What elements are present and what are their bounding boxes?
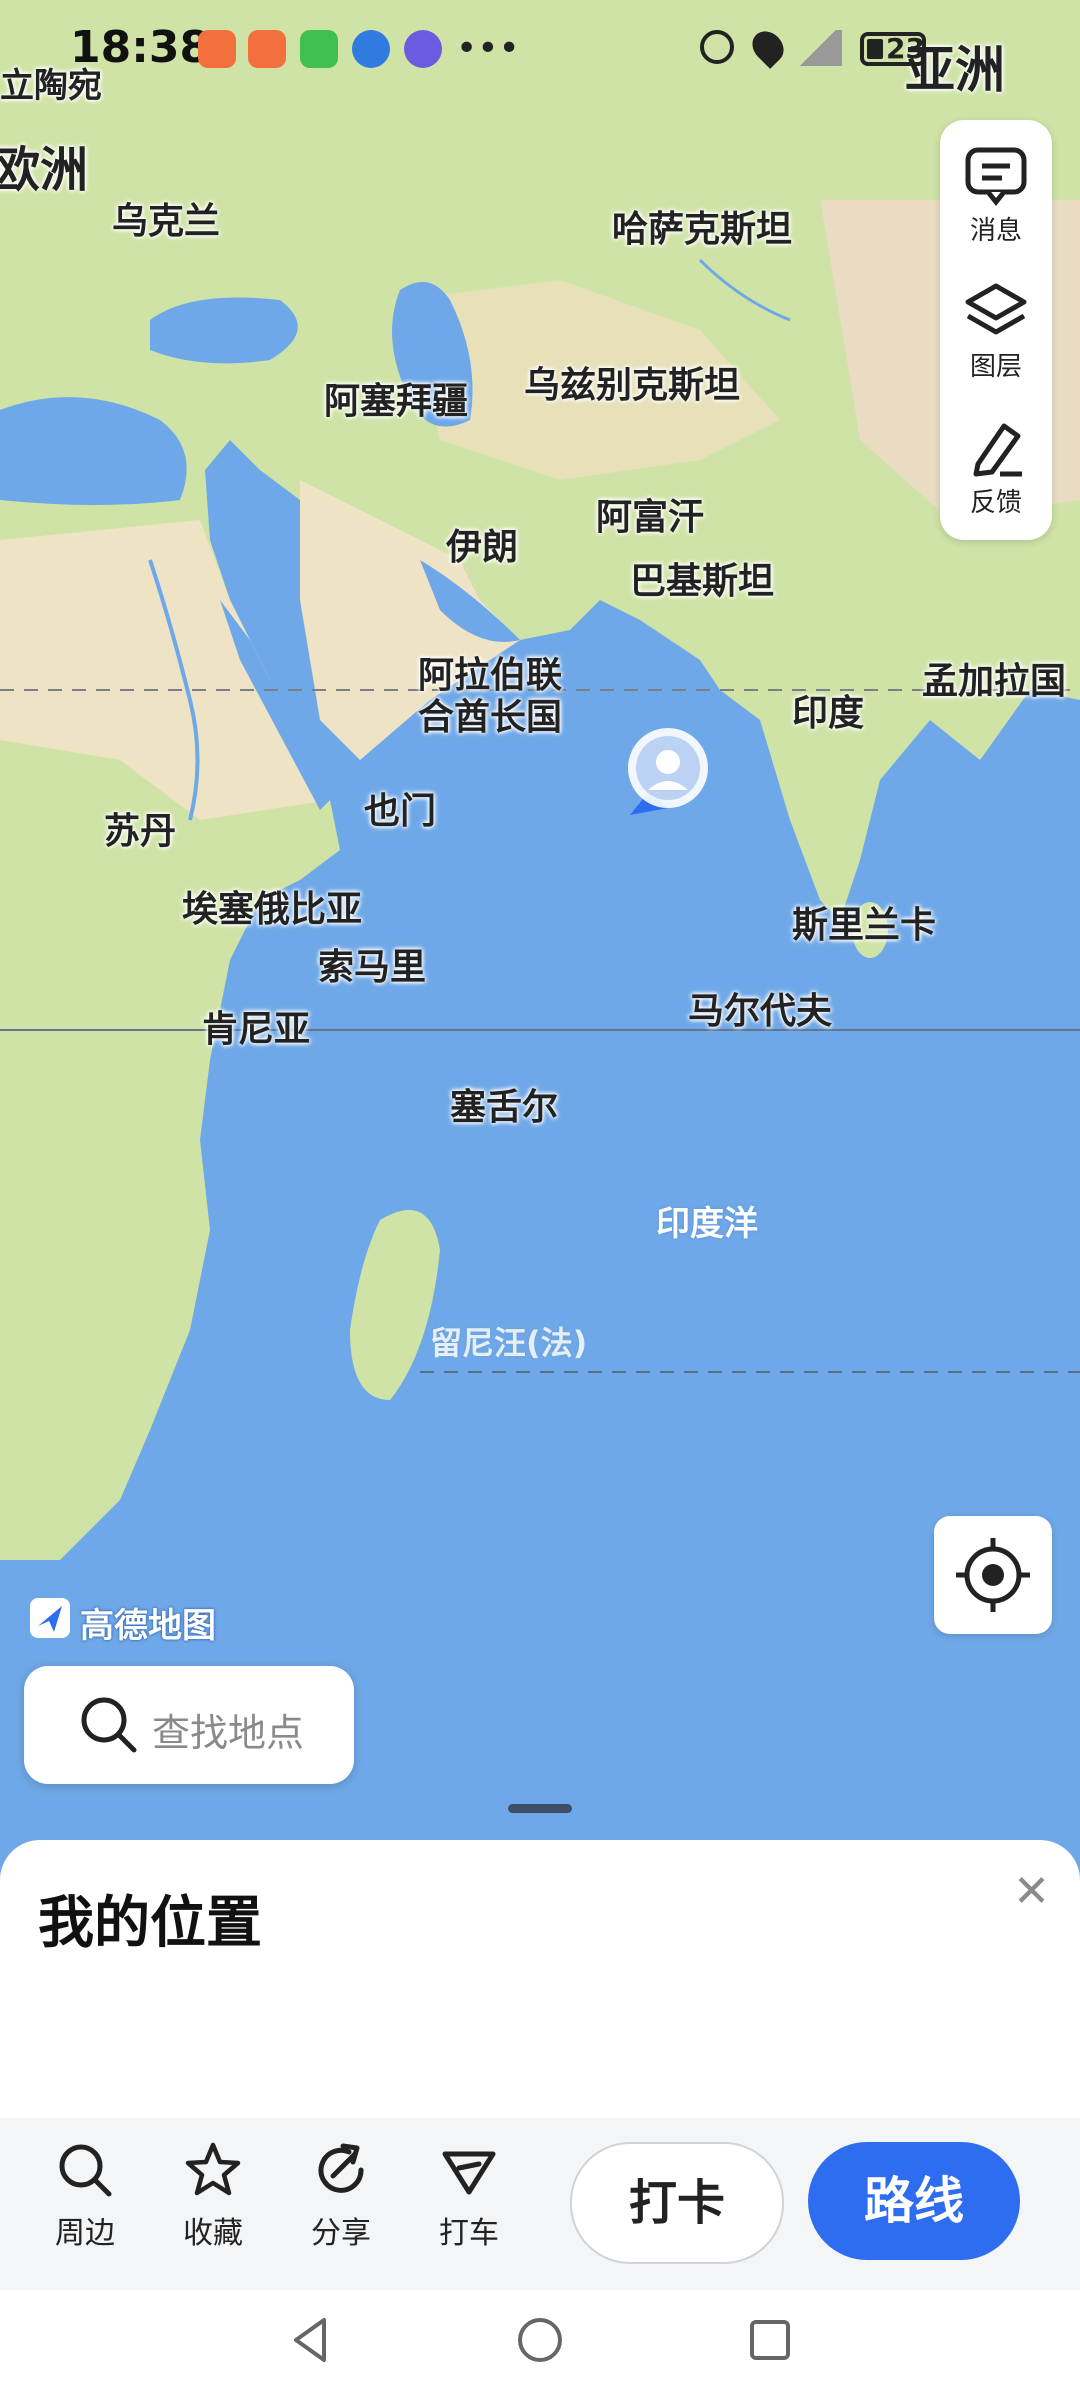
more-notifications-icon: ••• <box>456 28 520 69</box>
nearby-button[interactable]: 周边 <box>30 2140 140 2252</box>
map-label-somalia[interactable]: 索马里 <box>318 938 426 990</box>
app-notification-icon <box>248 30 286 68</box>
taxi-button[interactable]: 打车 <box>414 2140 524 2252</box>
messages-button[interactable]: 消息 <box>940 132 1052 262</box>
layers-button[interactable]: 图层 <box>940 268 1052 398</box>
map-label-kenya[interactable]: 肯尼亚 <box>202 1000 310 1052</box>
map-label-maldives[interactable]: 马尔代夫 <box>688 982 832 1034</box>
current-location-marker[interactable] <box>620 720 716 830</box>
star-icon <box>185 2142 241 2196</box>
search-icon <box>59 2144 112 2197</box>
map-label-uzbekistan[interactable]: 乌兹别克斯坦 <box>524 356 740 408</box>
back-icon[interactable] <box>282 2312 338 2368</box>
map-label-reunion[interactable]: 留尼汪(法) <box>430 1318 587 1364</box>
music-icon <box>404 30 442 68</box>
feedback-button[interactable]: 反馈 <box>940 404 1052 534</box>
map-label-bangladesh[interactable]: 孟加拉国 <box>922 652 1066 704</box>
layers-label: 图层 <box>969 352 1022 382</box>
taxi-icon <box>442 2151 496 2195</box>
map-view[interactable]: 立陶宛 欧洲 乌克兰 哈萨克斯坦 亚洲 阿塞拜疆 乌兹别克斯坦 伊朗 阿富汗 巴… <box>0 0 1080 1840</box>
map-label-indian-ocean[interactable]: 印度洋 <box>656 1196 758 1245</box>
map-label-europe[interactable]: 欧洲 <box>0 130 88 200</box>
system-nav-bar <box>0 2290 1080 2400</box>
map-label-india[interactable]: 印度 <box>792 684 864 736</box>
map-label-iran[interactable]: 伊朗 <box>446 518 518 570</box>
messages-label: 消息 <box>969 216 1022 246</box>
home-icon[interactable] <box>512 2312 568 2368</box>
iqiyi-icon <box>300 30 338 68</box>
favorite-label: 收藏 <box>183 2216 243 2251</box>
battery-level: 23 <box>886 32 925 65</box>
map-label-yemen[interactable]: 也门 <box>364 782 436 834</box>
crosshair-icon <box>956 1538 1030 1612</box>
pencil-icon <box>973 423 1022 477</box>
search-placeholder: 查找地点 <box>152 1711 305 1755</box>
map-label-seychelles[interactable]: 塞舌尔 <box>450 1078 558 1130</box>
share-icon <box>318 2143 364 2193</box>
map-label-uae-line2[interactable]: 合酋长国 <box>418 688 562 740</box>
sheet-title: 我的位置 <box>38 1891 262 1956</box>
feedback-label: 反馈 <box>969 488 1022 518</box>
taxi-label: 打车 <box>439 2216 499 2251</box>
close-icon[interactable]: ✕ <box>1013 1866 1050 1917</box>
favorite-button[interactable]: 收藏 <box>158 2140 268 2252</box>
recents-icon[interactable] <box>742 2312 798 2368</box>
amap-logo-text: 高德地图 <box>80 1606 216 1646</box>
map-label-kazakhstan[interactable]: 哈萨克斯坦 <box>612 200 792 252</box>
map-label-sudan[interactable]: 苏丹 <box>104 802 176 854</box>
search-box[interactable]: 查找地点 <box>24 1666 354 1784</box>
alarm-icon <box>700 30 734 64</box>
amap-logo-icon <box>30 1598 70 1638</box>
sheet-drag-handle[interactable] <box>508 1804 572 1813</box>
browser-icon <box>352 30 390 68</box>
map-label-ethiopia[interactable]: 埃塞俄比亚 <box>182 880 362 932</box>
share-button[interactable]: 分享 <box>286 2140 396 2252</box>
map-toolbar: 消息 图层 反馈 <box>940 120 1052 540</box>
location-status-icon <box>746 25 790 69</box>
map-label-ukraine[interactable]: 乌克兰 <box>112 192 220 244</box>
locate-me-button[interactable] <box>934 1516 1052 1634</box>
map-label-afghanistan[interactable]: 阿富汗 <box>596 488 704 540</box>
map-label-azerbaijan[interactable]: 阿塞拜疆 <box>324 372 468 424</box>
checkin-button[interactable]: 打卡 <box>570 2142 784 2264</box>
battery-icon: 23 <box>860 32 926 66</box>
route-button[interactable]: 路线 <box>808 2142 1020 2260</box>
search-icon <box>81 1697 137 1753</box>
message-icon <box>965 147 1027 206</box>
layers-icon <box>965 283 1027 335</box>
app-notification-icon <box>198 30 236 68</box>
signal-icon <box>794 30 842 66</box>
map-label-srilanka[interactable]: 斯里兰卡 <box>792 896 936 948</box>
share-label: 分享 <box>311 2216 371 2251</box>
status-time: 18:38 <box>70 22 211 73</box>
map-label-pakistan[interactable]: 巴基斯坦 <box>630 552 774 604</box>
status-bar: 18:38 ••• 23 <box>0 0 1080 100</box>
nearby-label: 周边 <box>55 2216 115 2251</box>
